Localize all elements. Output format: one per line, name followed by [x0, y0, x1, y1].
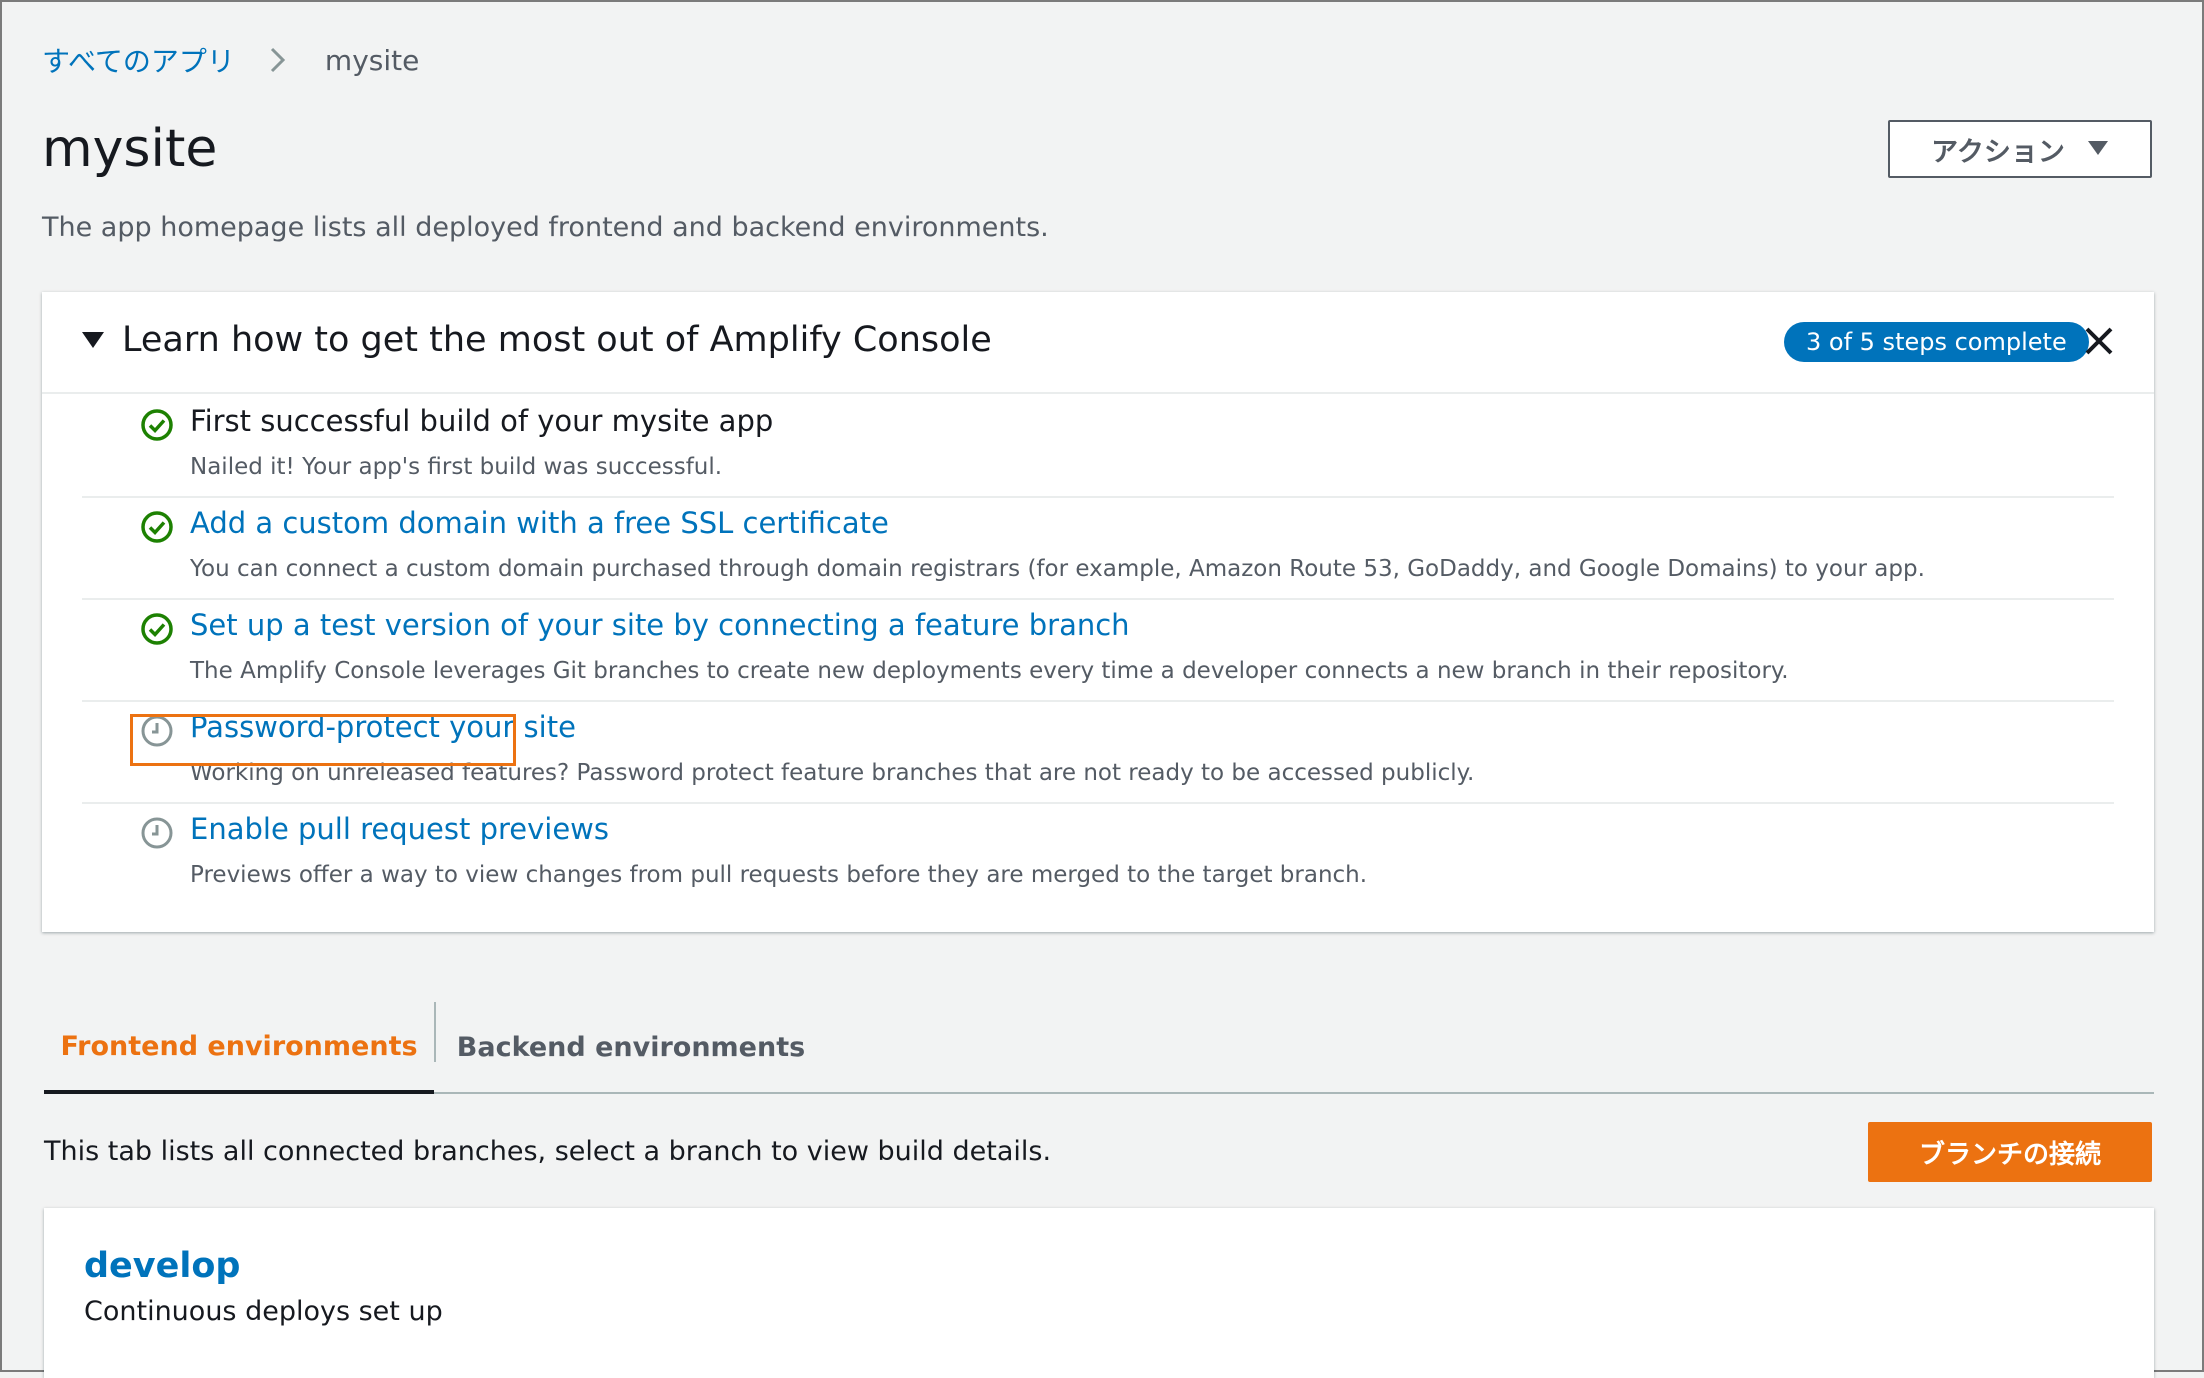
caret-down-icon: [2087, 137, 2109, 162]
page-description: The app homepage lists all deployed fron…: [42, 212, 1049, 243]
step-item: Add a custom domain with a free SSL cert…: [82, 496, 2114, 600]
actions-dropdown-button[interactable]: アクション: [1888, 120, 2152, 178]
tab-backend-environments[interactable]: Backend environments: [436, 1002, 826, 1092]
learn-panel: Learn how to get the most out of Amplify…: [42, 292, 2154, 932]
learn-panel-title: Learn how to get the most out of Amplify…: [122, 320, 992, 360]
branch-status: Continuous deploys set up: [84, 1296, 443, 1327]
breadcrumb-all-apps-link[interactable]: すべてのアプリ: [42, 40, 235, 80]
step-item: Set up a test version of your site by co…: [82, 598, 2114, 702]
step-description: Nailed it! Your app's first build was su…: [190, 454, 723, 480]
close-icon[interactable]: [2082, 324, 2116, 358]
environment-tabs: Frontend environments Backend environmen…: [44, 1002, 2154, 1094]
actions-button-label: アクション: [1931, 136, 2065, 168]
learn-panel-header: Learn how to get the most out of Amplify…: [42, 292, 2154, 394]
step-link-custom-domain[interactable]: Add a custom domain with a free SSL cert…: [190, 506, 889, 540]
page-title: mysite: [42, 119, 218, 179]
tab-frontend-environments[interactable]: Frontend environments: [44, 1002, 434, 1094]
branch-card: develop Continuous deploys set up: [44, 1208, 2154, 1378]
tab-description: This tab lists all connected branches, s…: [44, 1136, 1052, 1167]
clock-icon: [140, 816, 174, 850]
chevron-right-icon: [263, 45, 293, 75]
check-circle-icon: [140, 510, 174, 544]
step-item: Enable pull request previews Previews of…: [82, 802, 2114, 904]
step-description: You can connect a custom domain purchase…: [190, 556, 1925, 582]
check-circle-icon: [140, 408, 174, 442]
steps-progress-badge: 3 of 5 steps complete: [1784, 322, 2089, 362]
caret-down-icon[interactable]: [82, 332, 104, 348]
step-link-feature-branch[interactable]: Set up a test version of your site by co…: [190, 608, 1130, 642]
check-circle-icon: [140, 612, 174, 646]
step-title: First successful build of your mysite ap…: [190, 404, 774, 438]
branch-name-link[interactable]: develop: [84, 1246, 240, 1286]
connect-branch-button[interactable]: ブランチの接続: [1868, 1122, 2152, 1182]
highlight-annotation-box: [130, 714, 516, 766]
step-description: The Amplify Console leverages Git branch…: [190, 658, 1789, 684]
step-description: Previews offer a way to view changes fro…: [190, 862, 1368, 888]
step-item: First successful build of your mysite ap…: [82, 394, 2114, 498]
breadcrumb-current: mysite: [324, 43, 420, 77]
breadcrumb: すべてのアプリ mysite: [42, 40, 419, 80]
step-link-pr-previews[interactable]: Enable pull request previews: [190, 812, 609, 846]
